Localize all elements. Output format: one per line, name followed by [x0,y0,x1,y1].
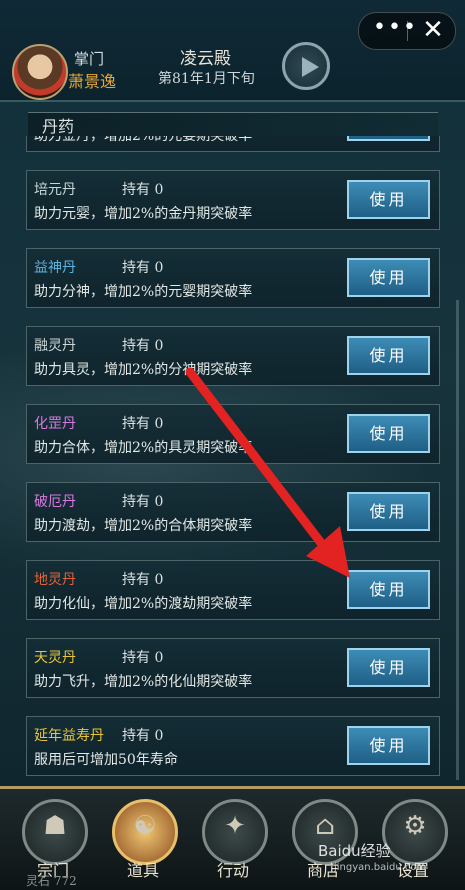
item-count: 持有 0 [122,728,164,744]
item-count: 持有 0 [122,338,164,354]
item-description: 助力金丹，增加2%的元婴期突破率 [34,136,253,144]
game-date: 第81年1月下旬 [158,71,255,87]
nav-label: 道具 [126,861,159,880]
play-icon[interactable] [282,42,330,90]
item-description: 服用后可增加50年寿命 [34,752,178,768]
nav-item-bag[interactable]: ☯ 道具 [112,799,178,880]
player-name: 萧景逸 [68,72,117,91]
item-list[interactable]: 助力金丹，增加2%的元婴期突破率 培元丹 持有 0 助力元婴，增加2%的金丹期突破率使… [18,136,446,786]
item-count: 持有 0 [122,494,164,510]
capsule-divider [407,21,408,41]
use-button[interactable]: 使用 [347,570,430,609]
list-item: 培元丹 持有 0 助力元婴，增加2%的金丹期突破率 使用 [26,170,440,230]
use-button[interactable]: 使用 [347,726,430,765]
watermark-logo: Baidu经验 [318,842,391,860]
list-item: 延年益寿丹 持有 0 服用后可增加50年寿命 使用 [26,716,440,776]
item-count: 持有 0 [122,182,164,198]
watermark-url: jingyan.baidu.com [334,862,427,873]
item-description: 助力飞升，增加2%的化仙期突破率 [34,674,253,690]
gear-icon: ⚙ [403,811,427,841]
list-item: 益神丹 持有 0 助力分神，增加2%的元婴期突破率 使用 [26,248,440,308]
use-button[interactable]: 使用 [347,180,430,219]
item-name: 化罡丹 [34,416,76,432]
role-title: 掌门 [74,50,105,68]
item-name: 融灵丹 [34,338,76,354]
nav-gear[interactable]: ⚙ 设置 [382,799,448,880]
item-description: 助力元婴，增加2%的金丹期突破率 [34,206,253,222]
use-button[interactable]: 使用 [347,336,430,375]
list-item: 地灵丹 持有 0 助力化仙，增加2%的渡劫期突破率 使用 [26,560,440,620]
close-icon[interactable]: ✕ [415,15,451,45]
use-button[interactable] [347,136,430,141]
item-name: 地灵丹 [34,572,76,588]
item-description: 助力合体，增加2%的具灵期突破率 [34,440,253,456]
sect-gate-icon: ☗ [43,811,67,841]
item-count: 持有 0 [122,260,164,276]
item-name: 益神丹 [34,260,76,276]
list-item: 助力金丹，增加2%的元婴期突破率 [26,136,440,152]
nav-sect-gate[interactable]: ☗ 宗门 [22,799,88,880]
action-icon: ✦ [224,811,246,841]
use-button[interactable]: 使用 [347,414,430,453]
mini-program-capsule: ••• ✕ [358,12,456,50]
avatar[interactable] [12,44,68,100]
use-button[interactable]: 使用 [347,258,430,297]
nav-action[interactable]: ✦ 行动 [202,799,268,880]
section-title: 丹药 [28,112,438,138]
shop-icon: ⌂ [315,811,335,841]
item-name: 培元丹 [34,182,76,198]
item-bag-icon: ☯ [133,811,157,841]
more-options-icon[interactable]: ••• [373,17,416,43]
list-item: 融灵丹 持有 0 助力具灵，增加2%的分神期突破率 使用 [26,326,440,386]
use-button[interactable]: 使用 [347,648,430,687]
list-item: 破厄丹 持有 0 助力渡劫，增加2%的合体期突破率 使用 [26,482,440,542]
nav-label: 行动 [216,861,249,880]
location-title: 凌云殿 [180,49,231,69]
use-button[interactable]: 使用 [347,492,430,531]
item-description: 助力分神，增加2%的元婴期突破率 [34,284,253,300]
item-count: 持有 0 [122,572,164,588]
scrollbar[interactable] [456,300,459,780]
item-name: 延年益寿丹 [34,728,104,744]
item-name: 天灵丹 [34,650,76,666]
item-description: 助力具灵，增加2%的分神期突破率 [34,362,253,378]
item-description: 助力化仙，增加2%的渡劫期突破率 [34,596,253,612]
item-count: 持有 0 [122,416,164,432]
spirit-stones: 灵石 772 [26,874,77,888]
item-name: 破厄丹 [34,494,76,510]
item-count: 持有 0 [122,650,164,666]
item-description: 助力渡劫，增加2%的合体期突破率 [34,518,253,534]
list-item: 天灵丹 持有 0 助力飞升，增加2%的化仙期突破率 使用 [26,638,440,698]
list-item: 化罡丹 持有 0 助力合体，增加2%的具灵期突破率 使用 [26,404,440,464]
